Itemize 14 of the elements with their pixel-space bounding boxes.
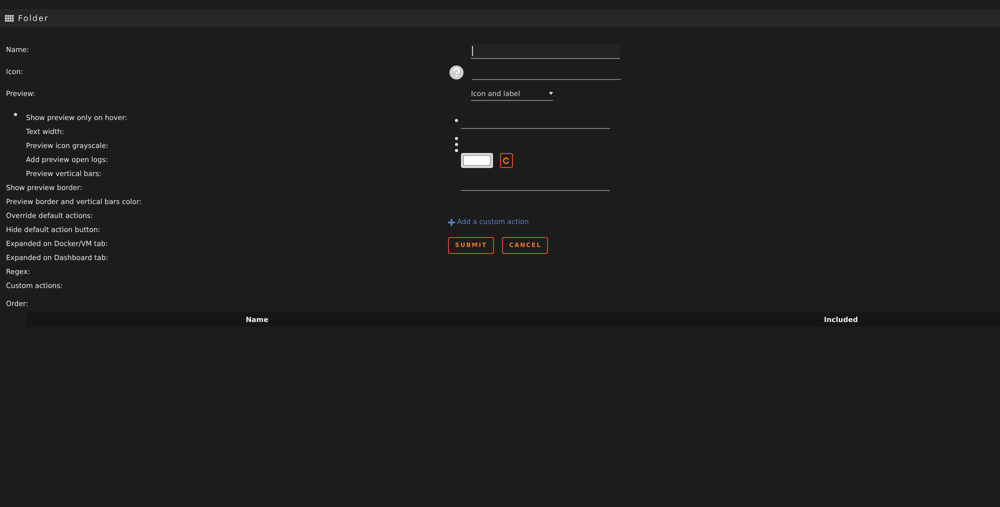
page-title: Folder [18, 14, 49, 22]
help-icon [449, 65, 464, 80]
bullet-icon [455, 143, 458, 146]
bullet-icon [455, 149, 458, 152]
grid-icon [5, 14, 14, 22]
color-swatch[interactable] [461, 153, 493, 168]
bullet-icon [455, 137, 458, 140]
bullet-icon [455, 119, 458, 122]
reset-button[interactable] [500, 153, 513, 168]
dropdown-arrow-icon [549, 92, 553, 95]
bullet-icon [14, 113, 17, 116]
name-input[interactable] [471, 44, 620, 59]
plus-icon [448, 218, 455, 226]
refresh-icon [503, 157, 510, 164]
